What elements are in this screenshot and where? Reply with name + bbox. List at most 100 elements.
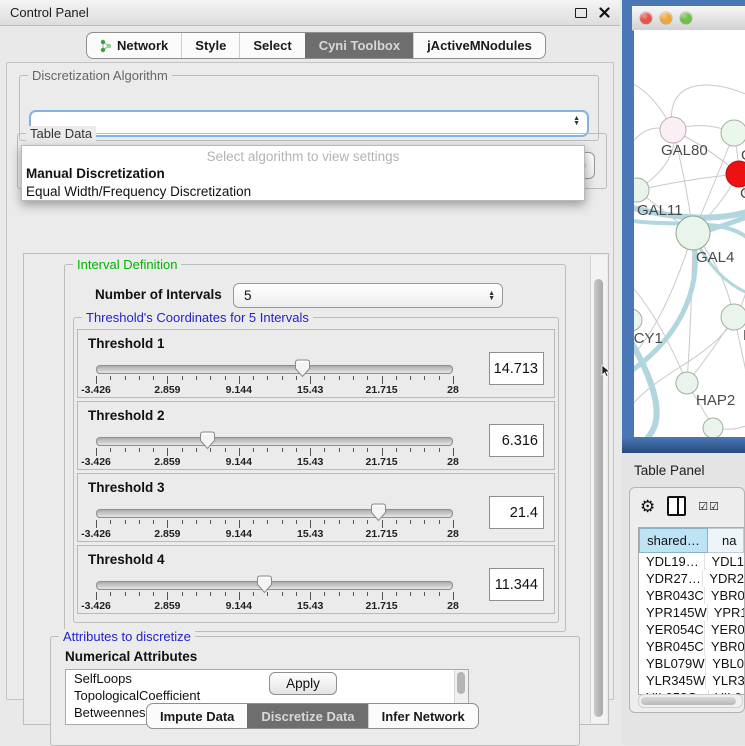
- tick-mark: [410, 448, 411, 452]
- tick-mark: [139, 520, 140, 524]
- table-header-name[interactable]: na: [708, 528, 744, 553]
- numerical-attributes-heading: Numerical Attributes: [65, 649, 197, 664]
- mouse-cursor: [601, 365, 611, 378]
- table-cell-name: YBR0: [704, 638, 744, 655]
- graph-node[interactable]: [634, 309, 642, 331]
- zoom-light-icon[interactable]: [680, 12, 692, 24]
- graph-node-label: GCY1: [634, 330, 663, 347]
- threshold-slider[interactable]: -3.4262.8599.14415.4321.71528: [96, 362, 453, 392]
- graph-node[interactable]: [660, 117, 686, 143]
- vertical-scrollbar-thumb[interactable]: [594, 279, 603, 717]
- dropdown-option[interactable]: Manual Discretization: [22, 165, 584, 183]
- table-row[interactable]: YBR043CYBR0: [639, 587, 744, 604]
- graph-node[interactable]: [721, 120, 745, 146]
- apply-button[interactable]: Apply: [269, 672, 337, 695]
- float-window-icon[interactable]: [575, 8, 587, 18]
- threshold-value-field[interactable]: 14.713: [489, 352, 544, 385]
- tab-jactivemnodules[interactable]: jActiveMNodules: [413, 33, 545, 58]
- network-graph: GAL80GACGAL11GAL4GCY1HHAP2: [634, 30, 745, 437]
- interval-definition-title: Interval Definition: [73, 257, 181, 272]
- tick-mark: [167, 376, 168, 384]
- table-cell-name: YBR0: [704, 587, 744, 604]
- graph-node[interactable]: [703, 418, 723, 437]
- bottom-tab-infer-network[interactable]: Infer Network: [368, 704, 478, 728]
- tick-mark: [367, 376, 368, 380]
- bottom-tab-impute-data[interactable]: Impute Data: [147, 704, 247, 728]
- slider-track[interactable]: [96, 581, 453, 590]
- tick-label: -3.426: [81, 384, 111, 396]
- table-row[interactable]: YPR145WYPR1: [639, 604, 744, 621]
- threshold-slider[interactable]: -3.4262.8599.14415.4321.71528: [96, 434, 453, 464]
- tick-mark: [196, 592, 197, 596]
- table-row[interactable]: YBR045CYBR0: [639, 638, 744, 655]
- discretization-algorithm-group-title: Discretization Algorithm: [28, 68, 172, 83]
- list-scrollbar-thumb[interactable]: [457, 672, 465, 694]
- table-horizontal-scrollbar-thumb[interactable]: [641, 697, 736, 705]
- attribute-list-item[interactable]: TopologicalCoefficient: [66, 687, 468, 704]
- vertical-scrollbar[interactable]: [590, 255, 607, 723]
- gear-icon[interactable]: ⚙: [640, 498, 655, 515]
- table-row[interactable]: YDL19…YDL1: [639, 553, 744, 570]
- close-icon[interactable]: [599, 7, 610, 18]
- network-canvas[interactable]: GAL80GACGAL11GAL4GCY1HHAP2: [634, 30, 745, 437]
- slider-track[interactable]: [96, 437, 453, 446]
- graph-node[interactable]: [676, 372, 698, 394]
- graph-node[interactable]: [726, 161, 745, 187]
- table-row[interactable]: YBL079WYBL0: [639, 655, 744, 672]
- tick-mark: [125, 520, 126, 524]
- tick-mark: [439, 376, 440, 380]
- tick-label: 28: [447, 384, 459, 396]
- network-icon: [100, 39, 112, 53]
- tab-style[interactable]: Style: [181, 33, 239, 58]
- tab-network[interactable]: Network: [87, 33, 181, 58]
- tab-label: Cyni Toolbox: [319, 38, 400, 53]
- tick-mark: [225, 592, 226, 596]
- tab-select[interactable]: Select: [239, 33, 304, 58]
- tick-mark: [239, 448, 240, 456]
- split-columns-icon[interactable]: [667, 496, 686, 516]
- tick-mark: [353, 448, 354, 452]
- graph-node-label: C: [740, 185, 745, 202]
- number-of-intervals-combobox[interactable]: 5 ▲▼: [233, 283, 503, 308]
- attribute-list-item[interactable]: SelfLoops: [66, 670, 468, 687]
- graph-node[interactable]: [676, 216, 710, 250]
- table-cell-shared-name: YBL079W: [639, 655, 705, 672]
- table-cell-shared-name: YER054C: [639, 621, 704, 638]
- tick-mark: [225, 520, 226, 524]
- minimize-light-icon[interactable]: [660, 12, 672, 24]
- threshold-value-field[interactable]: 21.4: [489, 496, 544, 529]
- threshold-value-field[interactable]: 6.316: [489, 424, 544, 457]
- threshold-value-field[interactable]: 11.344: [489, 568, 544, 601]
- table-cell-shared-name: YDR27…: [639, 570, 702, 587]
- tick-mark: [310, 376, 311, 384]
- tick-mark: [267, 520, 268, 524]
- table-panel-title: Table Panel: [634, 463, 705, 478]
- table-row[interactable]: YDR27…YDR2: [639, 570, 744, 587]
- table-row[interactable]: YLR345WYLR3: [639, 672, 744, 689]
- tab-cyni-toolbox[interactable]: Cyni Toolbox: [305, 33, 413, 58]
- table-horizontal-scrollbar[interactable]: [638, 694, 743, 708]
- slider-track[interactable]: [96, 365, 453, 374]
- tick-mark: [396, 520, 397, 524]
- slider-track[interactable]: [96, 509, 453, 518]
- threshold-slider[interactable]: -3.4262.8599.14415.4321.71528: [96, 506, 453, 536]
- tick-mark: [310, 520, 311, 528]
- dropdown-placeholder-option[interactable]: Select algorithm to view settings: [22, 146, 584, 165]
- tick-mark: [139, 592, 140, 596]
- select-columns-icon[interactable]: ☑☑: [698, 500, 720, 513]
- dropdown-option[interactable]: Equal Width/Frequency Discretization: [22, 183, 584, 201]
- tick-mark: [239, 520, 240, 528]
- tick-label: 28: [447, 528, 459, 540]
- close-light-icon[interactable]: [640, 12, 652, 24]
- tick-mark: [353, 376, 354, 380]
- tick-mark: [282, 376, 283, 380]
- graph-node[interactable]: [721, 304, 745, 330]
- threshold-block: Threshold 2-3.4262.8599.14415.4321.71528…: [77, 401, 555, 470]
- table-header-shared[interactable]: shared…: [639, 528, 708, 553]
- tick-mark: [310, 448, 311, 456]
- table-row[interactable]: YER054CYER0: [639, 621, 744, 638]
- bottom-tab-discretize-data[interactable]: Discretize Data: [247, 704, 367, 728]
- control-panel-body: Discretization Algorithm ▲▼ Select algor…: [6, 62, 614, 700]
- threshold-slider[interactable]: -3.4262.8599.14415.4321.71528: [96, 578, 453, 608]
- slider-tick-labels: -3.4262.8599.14415.4321.71528: [96, 600, 453, 612]
